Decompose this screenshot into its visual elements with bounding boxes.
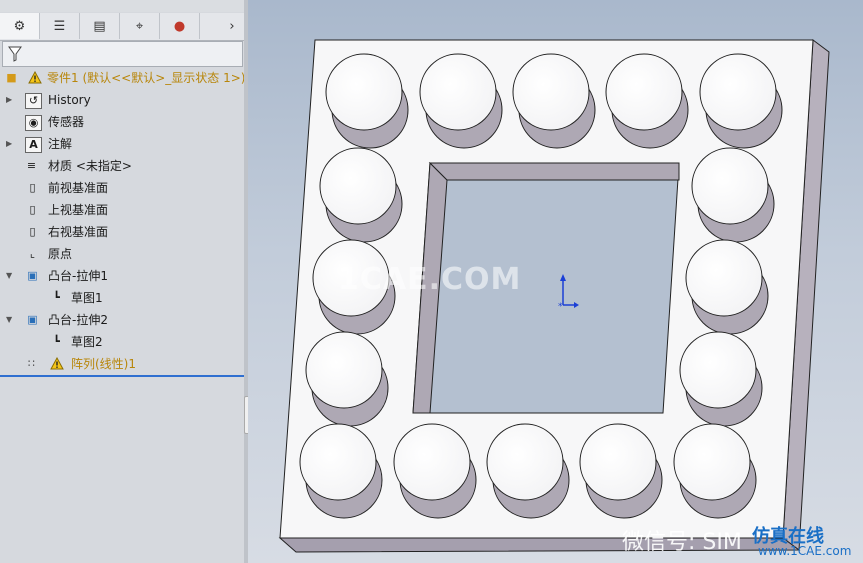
panel-tabs: ⚙ ☰ ▤ ⌖ ● › — [0, 13, 244, 41]
tree-item-boss-extrude1[interactable]: ▼ ▣ 凸台-拉伸1 — [0, 265, 244, 287]
svg-text:*: * — [558, 302, 563, 312]
part-icon: ■ — [6, 71, 17, 84]
tree-item-sensors[interactable]: ◉ 传感器 — [0, 111, 244, 133]
tree-item-origin[interactable]: ⌞ 原点 — [0, 243, 244, 265]
tree-item-label: 上视基准面 — [48, 203, 109, 217]
plane-icon: ▯ — [29, 181, 36, 194]
sensor-icon: ◉ — [25, 115, 42, 131]
plane-icon: ▯ — [29, 225, 36, 238]
tree-item-history[interactable]: ▶ ↺ History — [0, 89, 244, 111]
watermark-wechat: 微信号: SIM — [622, 530, 742, 555]
tree-item-label: 凸台-拉伸1 — [48, 269, 108, 283]
tree-filter-field[interactable] — [2, 41, 243, 67]
sketch-icon: ┗ — [53, 291, 60, 304]
configuration-manager-icon: ▤ — [93, 18, 106, 34]
chevron-right-icon: › — [229, 18, 235, 34]
expand-arrow-icon[interactable]: ▶ — [6, 133, 12, 155]
tree-item-front-plane[interactable]: ▯ 前视基准面 — [0, 177, 244, 199]
tree-item-label: 原点 — [48, 247, 73, 261]
pattern-icon: ∷ — [28, 357, 35, 370]
tree-item-label: 传感器 — [48, 115, 85, 129]
tree-item-boss-extrude2[interactable]: ▼ ▣ 凸台-拉伸2 — [0, 309, 244, 331]
sketch-icon: ┗ — [53, 335, 60, 348]
tab-feature-manager[interactable]: ⚙ — [0, 13, 40, 39]
collapse-arrow-icon[interactable]: ▼ — [6, 265, 12, 287]
tabs-more-button[interactable]: › — [222, 13, 242, 39]
tree-item-label: 凸台-拉伸2 — [48, 313, 108, 327]
tab-dimxpert[interactable]: ⌖ — [120, 13, 160, 39]
history-icon: ↺ — [25, 93, 42, 109]
tab-configuration-manager[interactable]: ▤ — [80, 13, 120, 39]
origin-icon: ⌞ — [29, 247, 36, 260]
feature-manager-panel: ⚙ ☰ ▤ ⌖ ● › ■ 零件1 (默认<<默认>_显示状态 1>) ▶ ↺ … — [0, 0, 246, 563]
tree-root-label: 零件1 (默认<<默认>_显示状态 1>) — [47, 71, 246, 85]
tree-item-annotations[interactable]: ▶ A 注解 — [0, 133, 244, 155]
plane-icon: ▯ — [29, 203, 36, 216]
collapse-arrow-icon[interactable]: ▼ — [6, 309, 12, 331]
tab-display-manager[interactable]: ● — [160, 13, 200, 39]
tree-root[interactable]: ■ 零件1 (默认<<默认>_显示状态 1>) — [0, 67, 246, 89]
tree-item-label: History — [48, 93, 91, 107]
hole-top-wall — [428, 162, 680, 181]
feature-manager-icon: ⚙ — [13, 18, 26, 34]
crosshair-icon: ⌖ — [135, 18, 144, 34]
tree-item-label: 阵列(线性)1 — [71, 357, 136, 371]
expand-arrow-icon[interactable]: ▶ — [6, 89, 12, 111]
tree-item-label: 材质 <未指定> — [48, 159, 132, 173]
tree-item-top-plane[interactable]: ▯ 上视基准面 — [0, 199, 244, 221]
display-manager-icon: ● — [173, 18, 186, 34]
tree-item-sketch2[interactable]: ┗ 草图2 — [0, 331, 244, 353]
tree-item-label: 右视基准面 — [48, 225, 109, 239]
tree-item-label: 草图2 — [71, 335, 103, 349]
tree-item-label: 注解 — [48, 137, 73, 151]
annotation-icon: A — [25, 137, 42, 153]
filter-icon — [8, 46, 22, 62]
watermark-center: 1CAE.COM — [338, 262, 522, 297]
tree-item-linear-pattern1[interactable]: ∷ 阵列(线性)1 — [0, 353, 244, 375]
extrude-icon: ▣ — [27, 313, 38, 326]
panel-top-strip — [0, 0, 244, 12]
tree-item-label: 前视基准面 — [48, 181, 109, 195]
tree-item-material[interactable]: ≡ 材质 <未指定> — [0, 155, 244, 177]
watermark-site: www.1CAE.com — [758, 544, 852, 558]
material-icon: ≡ — [26, 159, 37, 172]
tree-item-label: 草图1 — [71, 291, 103, 305]
tree-rollback-bar[interactable] — [0, 375, 244, 377]
property-manager-icon: ☰ — [53, 18, 66, 34]
extrude-icon: ▣ — [27, 269, 38, 282]
tree-item-sketch1[interactable]: ┗ 草图1 — [0, 287, 244, 309]
tab-property-manager[interactable]: ☰ — [40, 13, 80, 39]
tree-item-right-plane[interactable]: ▯ 右视基准面 — [0, 221, 244, 243]
warning-icon — [27, 70, 42, 85]
warning-icon — [49, 356, 64, 371]
